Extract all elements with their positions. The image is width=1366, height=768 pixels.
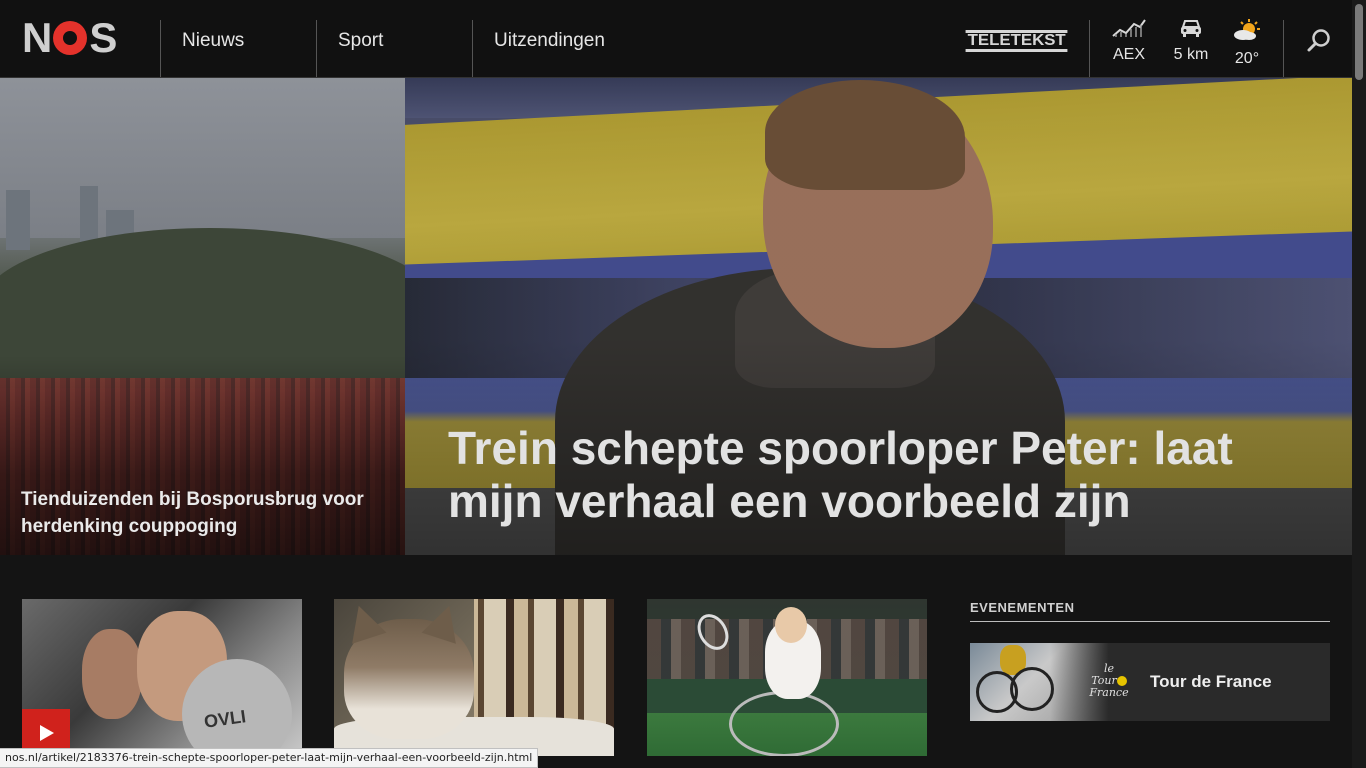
tour-de-france-logo: le Tour France — [1089, 662, 1129, 699]
nav-item-nieuws[interactable]: Nieuws — [160, 20, 316, 77]
hero-side-article[interactable]: Tienduizenden bij Bosporusbrug voor herd… — [0, 78, 405, 555]
teletekst-label: TELETEKST — [965, 30, 1068, 52]
event-item-tour-de-france[interactable]: le Tour France Tour de France — [970, 643, 1330, 721]
traffic-label: 5 km — [1173, 46, 1209, 63]
weather-widget[interactable]: 20° — [1222, 18, 1272, 70]
nav-item-sport[interactable]: Sport — [316, 20, 472, 77]
scrollbar[interactable] — [1352, 0, 1366, 768]
event-thumbnail: le Tour France — [970, 643, 1134, 721]
news-card[interactable] — [647, 599, 927, 756]
hero-side-caption[interactable]: Tienduizenden bij Bosporusbrug voor herd… — [21, 486, 401, 540]
scrollbar-thumb[interactable] — [1355, 4, 1363, 80]
nos-logo[interactable]: N S — [22, 17, 117, 59]
aex-widget[interactable]: AEX — [1104, 18, 1154, 70]
stock-chart-icon — [1112, 19, 1146, 37]
hero-main-article[interactable]: Trein schepte spoorloper Peter: laat mij… — [405, 78, 1352, 555]
hero-side-image — [0, 78, 405, 238]
traffic-widget[interactable]: 5 km — [1166, 18, 1216, 70]
search-button[interactable] — [1306, 28, 1336, 58]
weather-label: 20° — [1234, 50, 1260, 67]
divider — [1283, 20, 1284, 77]
divider — [970, 621, 1330, 622]
events-heading: EVENEMENTEN — [970, 600, 1075, 615]
site-header: N S Nieuws Sport Uitzendingen TELETEKST … — [0, 0, 1352, 78]
status-url-bar: nos.nl/artikel/2183376-trein-schepte-spo… — [0, 748, 539, 768]
event-label: Tour de France — [1150, 672, 1272, 691]
teletekst-link[interactable]: TELETEKST — [965, 30, 1068, 52]
sun-cloud-icon — [1234, 19, 1260, 40]
nav-item-uitzendingen[interactable]: Uitzendingen — [472, 20, 672, 77]
news-card[interactable] — [334, 599, 614, 756]
main-nav: Nieuws Sport Uitzendingen — [160, 20, 672, 77]
divider — [1089, 20, 1090, 77]
hero-main-headline[interactable]: Trein schepte spoorloper Peter: laat mij… — [448, 422, 1328, 528]
news-card[interactable]: OVLI — [22, 599, 302, 756]
aex-label: AEX — [1112, 46, 1145, 63]
car-icon — [1181, 20, 1201, 37]
search-icon — [1307, 29, 1330, 52]
